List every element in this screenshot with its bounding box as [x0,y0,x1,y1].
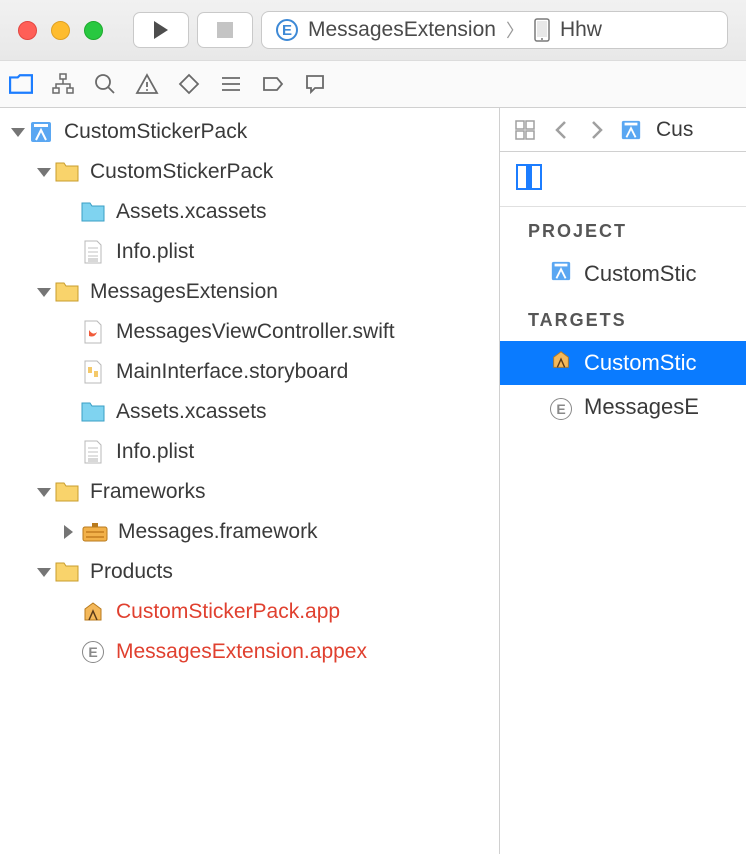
tree-group-label: MessagesExtension [90,280,278,304]
folder-icon [54,279,80,305]
tree-item[interactable]: MainInterface.storyboard [0,352,499,392]
editor-panel-header [500,152,746,207]
project-item-label: CustomStic [584,261,696,287]
tree-item[interactable]: CustomStickerPack.app [0,592,499,632]
tree-group-label: Products [90,560,173,584]
extension-badge-icon: E [276,19,298,41]
play-icon [152,20,170,40]
tree-item[interactable]: Assets.xcassets [0,192,499,232]
navigator-selector-bar [0,60,746,108]
run-button[interactable] [133,12,189,48]
zoom-window-button[interactable] [84,21,103,40]
symbol-navigator-tab[interactable] [42,61,84,107]
xcode-project-icon [28,119,54,145]
scheme-selector[interactable]: E MessagesExtension 〉 Hhw [261,11,728,49]
appex-product-icon: E [80,639,106,665]
editor-jump-bar: Cus [500,108,746,152]
tree-group[interactable]: CustomStickerPack [0,152,499,192]
tree-group-label: CustomStickerPack [90,160,273,184]
search-icon [93,72,117,96]
framework-icon [82,519,108,545]
diamond-icon [177,72,201,96]
tree-item-label: CustomStickerPack.app [116,600,340,624]
main-area: CustomStickerPack CustomStickerPack Asse… [0,108,746,854]
extension-target-icon: E [550,394,572,420]
nav-forward-button[interactable] [584,117,610,143]
find-navigator-tab[interactable] [84,61,126,107]
outline-toggle-button[interactable] [516,164,542,190]
storyboard-icon [80,359,106,385]
tree-item[interactable]: E MessagesExtension.appex [0,632,499,672]
tree-item-label: MessagesExtension.appex [116,640,367,664]
nav-back-button[interactable] [548,117,574,143]
tree-root[interactable]: CustomStickerPack [0,112,499,152]
folder-icon [54,559,80,585]
speech-icon [303,72,327,96]
tree-item[interactable]: Info.plist [0,232,499,272]
tree-group[interactable]: Products [0,552,499,592]
xcassets-icon [80,399,106,425]
tree-group[interactable]: MessagesExtension [0,272,499,312]
folder-icon [54,159,80,185]
tree-group-label: Frameworks [90,480,206,504]
target-item-label: CustomStic [584,350,696,376]
breakpoint-navigator-tab[interactable] [252,61,294,107]
targets-section-header: TARGETS [500,296,746,341]
xcassets-icon [80,199,106,225]
tree-group[interactable]: Frameworks [0,472,499,512]
breakpoint-icon [261,72,285,96]
issue-navigator-tab[interactable] [126,61,168,107]
project-section-header: PROJECT [500,207,746,252]
project-list-item[interactable]: CustomStic [500,252,746,296]
target-list-item[interactable]: E MessagesE [500,385,746,429]
hierarchy-icon [51,72,75,96]
tree-item-label: MessagesViewController.swift [116,320,395,344]
tree-item[interactable]: Info.plist [0,432,499,472]
tree-item-label: MainInterface.storyboard [116,360,348,384]
device-name: Hhw [560,18,602,42]
xcode-project-icon [550,260,572,288]
tree-item-label: Info.plist [116,240,194,264]
close-window-button[interactable] [18,21,37,40]
gauge-icon [219,72,243,96]
project-navigator-tab[interactable] [0,61,42,107]
tree-item[interactable]: Assets.xcassets [0,392,499,432]
tree-item-label: Info.plist [116,440,194,464]
app-target-icon [550,349,572,377]
editor-area: Cus PROJECT CustomStic TARGETS CustomSti… [500,108,746,854]
tree-root-label: CustomStickerPack [64,120,247,144]
tree-item[interactable]: Messages.framework [0,512,499,552]
iphone-icon [534,18,550,42]
minimize-window-button[interactable] [51,21,70,40]
related-items-button[interactable] [512,117,538,143]
tree-item[interactable]: MessagesViewController.swift [0,312,499,352]
plist-icon [80,439,106,465]
folder-icon [54,479,80,505]
app-product-icon [80,599,106,625]
warning-icon [135,72,159,96]
xcode-project-icon [620,119,642,141]
titlebar: E MessagesExtension 〉 Hhw [0,0,746,60]
folder-icon [9,72,33,96]
tree-item-label: Messages.framework [118,520,318,544]
stop-icon [216,21,234,39]
project-navigator: CustomStickerPack CustomStickerPack Asse… [0,108,500,854]
window-controls [18,21,103,40]
plist-icon [80,239,106,265]
report-navigator-tab[interactable] [294,61,336,107]
target-item-label: MessagesE [584,394,699,420]
target-list-item[interactable]: CustomStic [500,341,746,385]
tree-item-label: Assets.xcassets [116,400,267,424]
debug-navigator-tab[interactable] [210,61,252,107]
chevron-right-icon: 〉 [506,17,524,43]
jump-bar-crumb[interactable]: Cus [656,118,693,142]
scheme-name: MessagesExtension [308,18,496,42]
stop-button[interactable] [197,12,253,48]
tree-item-label: Assets.xcassets [116,200,267,224]
swift-file-icon [80,319,106,345]
test-navigator-tab[interactable] [168,61,210,107]
